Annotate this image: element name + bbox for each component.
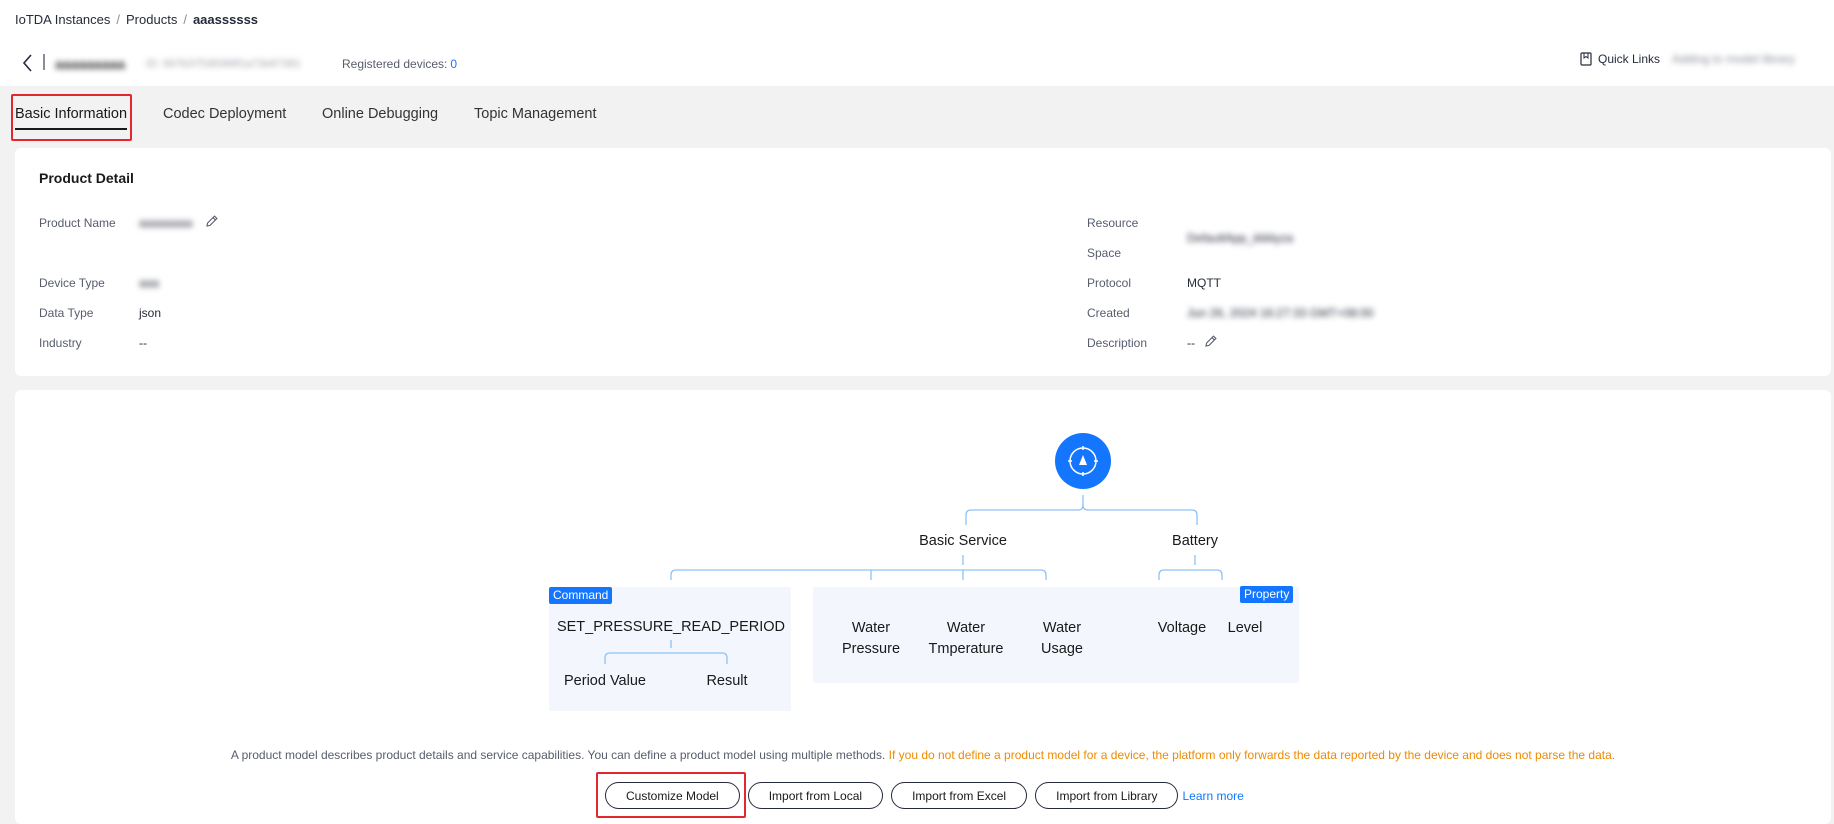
protocol-value: MQTT <box>1187 276 1221 290</box>
property-label-line1: Water <box>946 620 986 636</box>
add-to-model-library-button[interactable]: Adding to model library <box>1672 52 1795 66</box>
breadcrumb-separator: / <box>183 12 187 27</box>
model-description-warning: If you do not define a product model for… <box>888 748 1616 762</box>
breadcrumb-products[interactable]: Products <box>126 12 177 27</box>
product-id: ID: 667b37538368f1a73e67381 <box>146 58 301 70</box>
edit-description-icon[interactable] <box>1204 334 1218 348</box>
property-label-line1: Water <box>1042 620 1082 636</box>
model-description: A product model describes product detail… <box>15 748 1831 762</box>
breadcrumb-current: aaassssss <box>192 12 259 27</box>
breadcrumb: IoTDA Instances / Products / aaassssss <box>15 12 258 27</box>
highlight-frame <box>596 772 746 818</box>
data-type-value: json <box>139 306 162 320</box>
registered-devices: Registered devices: 0 <box>342 57 457 71</box>
product-header: aaaaaaaaa ID: 667b37538368f1a73e67381 Re… <box>0 46 1834 82</box>
created-label: Created <box>1087 306 1130 320</box>
learn-more-link[interactable]: Learn more <box>1182 789 1243 803</box>
property-level: Level <box>1227 620 1263 636</box>
product-name-heading: aaaaaaaaa <box>55 56 126 72</box>
description-value: -- <box>1187 336 1195 350</box>
tab-codec-deployment[interactable]: Codec Deployment <box>163 106 286 122</box>
header-divider <box>43 54 45 70</box>
tab-online-debugging[interactable]: Online Debugging <box>322 106 438 122</box>
command-tag: Command <box>549 587 613 604</box>
command-param-result: Result <box>706 673 748 689</box>
property-water-temperature: Water Tmperature <box>920 618 1012 660</box>
service-basic-service: Basic Service <box>919 533 1007 549</box>
quick-links-button[interactable]: Quick Links <box>1580 52 1660 66</box>
industry-value: -- <box>139 336 147 350</box>
device-type-label: Device Type <box>39 276 105 290</box>
description-label: Description <box>1087 336 1148 350</box>
product-model-diagram: Basic Service Battery Command Property S… <box>15 390 1831 730</box>
protocol-label: Protocol <box>1087 276 1132 290</box>
product-name-label: Product Name <box>39 216 116 230</box>
registered-devices-count[interactable]: 0 <box>450 57 457 71</box>
quick-links-label: Quick Links <box>1598 52 1661 66</box>
registered-devices-label: Registered devices: <box>342 57 448 71</box>
import-from-library-button[interactable]: Import from Library <box>1035 782 1179 809</box>
diagram-connectors <box>604 495 1223 664</box>
highlight-frame <box>11 94 132 141</box>
model-description-text: A product model describes product detail… <box>230 748 886 762</box>
breadcrumb-iotda-instances[interactable]: IoTDA Instances <box>15 12 110 27</box>
tab-topic-management[interactable]: Topic Management <box>474 106 597 122</box>
bookmark-icon <box>1580 52 1592 66</box>
product-detail-title: Product Detail <box>39 170 134 186</box>
property-label-line2: Usage <box>1041 641 1083 657</box>
property-water-usage: Water Usage <box>1019 618 1105 660</box>
product-model-card: Basic Service Battery Command Property S… <box>15 390 1831 824</box>
product-model-root-icon <box>1055 433 1111 489</box>
product-detail-card: Product Detail Product Name aaaaaaaa Dev… <box>15 148 1831 376</box>
edit-product-name-icon[interactable] <box>205 214 219 228</box>
data-type-label: Data Type <box>39 306 94 320</box>
device-type-value: aaa <box>139 276 160 290</box>
property-label-line2: Pressure <box>841 641 901 657</box>
product-name-value: aaaaaaaa <box>139 216 193 230</box>
property-label-line1: Water <box>851 620 891 636</box>
resource-space-label-line1: Resource <box>1087 216 1139 230</box>
resource-space-label-line2: Space <box>1087 246 1122 260</box>
command-set-pressure-read-period: SET_PRESSURE_READ_PERIOD <box>556 619 786 635</box>
import-from-excel-button[interactable]: Import from Excel <box>891 782 1028 809</box>
import-from-local-button[interactable]: Import from Local <box>747 782 884 809</box>
property-water-pressure: Water Pressure <box>828 618 914 660</box>
property-tag: Property <box>1240 586 1294 603</box>
industry-label: Industry <box>39 336 82 350</box>
command-param-period-value: Period Value <box>564 673 646 689</box>
back-arrow-icon[interactable] <box>20 52 36 74</box>
tab-bar: Basic Information Codec Deployment Onlin… <box>0 86 1834 148</box>
property-label-line2: Tmperature <box>928 641 1004 657</box>
service-battery: Battery <box>1172 533 1218 549</box>
created-value: Jun 26, 2024 16:27:33 GMT+08:00 <box>1187 306 1374 320</box>
breadcrumb-separator: / <box>116 12 121 27</box>
resource-space-value: DefaultApp_iiiiiiiiyza <box>1187 231 1294 245</box>
